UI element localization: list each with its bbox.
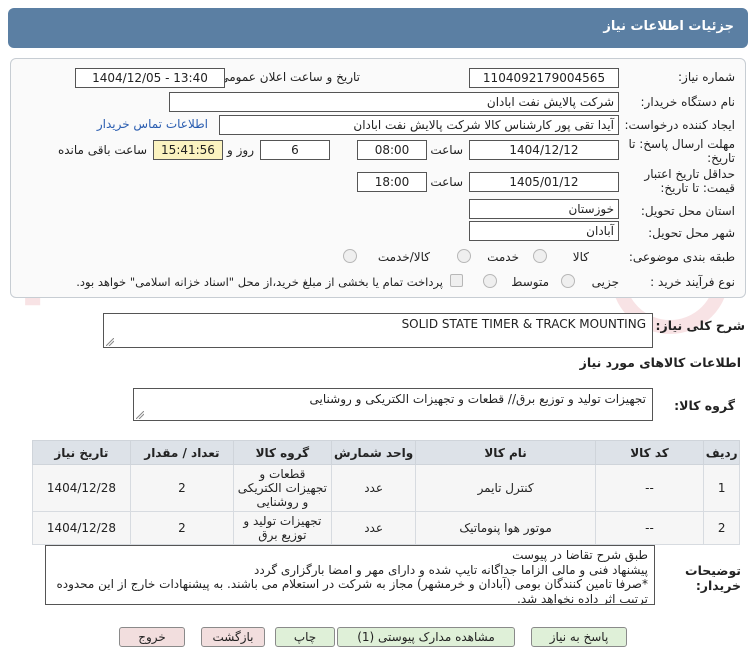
province-field: خوزستان xyxy=(469,199,619,219)
col-header-group: گروه کالا xyxy=(233,440,332,465)
deadline-time-label: ساعت xyxy=(430,143,463,157)
resize-grip-icon[interactable] xyxy=(136,411,144,419)
cell-unit: عدد xyxy=(330,511,417,545)
buyer-notes-label-line1: توضیحات xyxy=(685,563,741,578)
cell-code: -- xyxy=(594,511,705,545)
creator-field: آیدا تقی پور کارشناس کالا شرکت پالایش نف… xyxy=(219,115,619,135)
process-option-medium: متوسط xyxy=(511,275,549,289)
buyer-notes-line: *صرفا تامین کنندگان بومی (آبادان و خرمشه… xyxy=(56,577,648,591)
buyer-notes-line: ترتیب اثر داده نخواهد شد. xyxy=(517,591,648,605)
page-title: جزئیات اطلاعات نیاز xyxy=(603,19,734,34)
category-option-goods-service: کالا/خدمت xyxy=(377,250,430,264)
col-header-unit: واحد شمارش xyxy=(330,440,417,465)
resize-grip-icon[interactable] xyxy=(106,338,114,346)
cell-date: 1404/12/28 xyxy=(32,464,131,512)
buyer-contact-link[interactable]: اطلاعات تماس خریدار xyxy=(97,117,208,131)
col-header-row: ردیف xyxy=(703,440,740,465)
table-row: 2 -- موتور هوا پنوماتیک عدد تجهیزات تولی… xyxy=(32,511,740,545)
col-header-date: تاریخ نیاز xyxy=(32,440,131,465)
goods-table-header: ردیف کد کالا نام کالا واحد شمارش گروه کا… xyxy=(32,440,740,465)
cell-name: کنترل تایمر xyxy=(415,464,596,512)
summary-text: SOLID STATE TIMER & TRACK MOUNTING xyxy=(401,317,646,331)
process-label: نوع فرآیند خرید : xyxy=(650,275,735,289)
category-label: طبقه بندی موضوعی: xyxy=(628,250,735,264)
validity-date-field: 1405/01/12 xyxy=(469,172,619,192)
cell-group: تجهیزات تولید و توزیع برق xyxy=(233,511,332,545)
city-field: آبادان xyxy=(469,221,619,241)
cell-name: موتور هوا پنوماتیک xyxy=(415,511,596,545)
reply-button[interactable]: پاسخ به نیاز xyxy=(531,627,627,647)
validity-label-line2: قیمت: تا تاریخ: xyxy=(660,181,735,195)
announce-label: تاریخ و ساعت اعلان عمومی: xyxy=(215,70,360,84)
table-row: 1 -- کنترل تایمر عدد قطعات و تجهیزات الک… xyxy=(32,464,740,512)
process-option-minor: جزیی xyxy=(591,275,619,289)
buyer-org-field: شرکت پالایش نفت ابادان xyxy=(169,92,619,112)
page-header: جزئیات اطلاعات نیاز xyxy=(8,8,748,48)
deadline-time-field: 08:00 xyxy=(357,140,427,160)
province-label: استان محل تحویل: xyxy=(640,204,735,218)
goods-group-label: گروه کالا: xyxy=(674,398,735,413)
buyer-notes-line: طبق شرح تقاضا در پیوست xyxy=(512,548,648,562)
process-radio-minor[interactable] xyxy=(561,274,575,288)
payment-treasury-note: پرداخت تمام یا بخشی از مبلغ خرید،از محل … xyxy=(76,275,443,289)
category-option-goods: کالا xyxy=(572,250,589,264)
cell-row-number: 1 xyxy=(703,464,740,512)
process-radio-medium[interactable] xyxy=(483,274,497,288)
days-count-field: 6 xyxy=(260,140,330,160)
back-button[interactable]: بازگشت xyxy=(201,627,265,647)
cell-row-number: 2 xyxy=(703,511,740,545)
goods-group-field: تجهیزات تولید و توزیع برق// قطعات و تجهی… xyxy=(133,388,653,421)
category-radio-goods[interactable] xyxy=(533,249,547,263)
category-option-service: خدمت xyxy=(487,250,519,264)
cell-date: 1404/12/28 xyxy=(32,511,131,545)
remaining-time-label: ساعت باقی مانده xyxy=(57,143,147,157)
cell-group: قطعات و تجهیزات الکتریکی و روشنایی xyxy=(233,464,332,512)
attachments-button[interactable]: مشاهده مدارک پیوستی (1) xyxy=(337,627,515,647)
need-number-label: شماره نیاز: xyxy=(678,70,735,84)
city-label: شهر محل تحویل: xyxy=(648,226,735,240)
goods-section-title: اطلاعات کالاهای مورد نیاز xyxy=(579,355,741,370)
cell-quantity: 2 xyxy=(129,464,235,512)
cell-quantity: 2 xyxy=(129,511,235,545)
cell-code: -- xyxy=(594,464,705,512)
deadline-label-line2: تاریخ: xyxy=(707,151,735,165)
need-info-panel: شماره نیاز: 1104092179004565 تاریخ و ساع… xyxy=(10,58,746,298)
category-radio-goods-service[interactable] xyxy=(343,249,357,263)
summary-label: شرح کلی نیاز: xyxy=(655,318,745,333)
category-radio-service[interactable] xyxy=(457,249,471,263)
col-header-code: کد کالا xyxy=(594,440,705,465)
print-button[interactable]: چاپ xyxy=(275,627,335,647)
days-label: روز و xyxy=(227,143,254,157)
buyer-org-label: نام دستگاه خریدار: xyxy=(640,95,736,109)
deadline-date-field: 1404/12/12 xyxy=(469,140,619,160)
validity-time-field: 18:00 xyxy=(357,172,427,192)
deadline-label-line1: مهلت ارسال پاسخ: تا xyxy=(628,137,735,151)
buyer-notes-line: پیشنهاد فنی و مالی الزاما جداگانه تایپ ش… xyxy=(254,562,648,577)
remaining-time-field: 15:41:56 xyxy=(153,140,223,160)
exit-button[interactable]: خروج xyxy=(119,627,185,647)
goods-table: ردیف کد کالا نام کالا واحد شمارش گروه کا… xyxy=(32,440,740,545)
summary-field: SOLID STATE TIMER & TRACK MOUNTING xyxy=(103,313,653,348)
need-number-field: 1104092179004565 xyxy=(469,68,619,88)
buyer-notes-field: طبق شرح تقاضا در پیوست پیشنهاد فنی و مال… xyxy=(45,545,655,605)
payment-treasury-checkbox[interactable] xyxy=(450,274,463,287)
col-header-quantity: تعداد / مقدار xyxy=(129,440,235,465)
buyer-notes-label-line2: خریدار: xyxy=(695,578,741,593)
validity-time-label: ساعت xyxy=(430,175,463,189)
col-header-name: نام کالا xyxy=(415,440,596,465)
creator-label: ایجاد کننده درخواست: xyxy=(624,118,735,132)
announce-datetime-field: 1404/12/05 - 13:40 xyxy=(75,68,225,88)
goods-group-text: تجهیزات تولید و توزیع برق// قطعات و تجهی… xyxy=(309,392,646,406)
cell-unit: عدد xyxy=(330,464,417,512)
validity-label-line1: حداقل تاریخ اعتبار xyxy=(644,167,735,181)
